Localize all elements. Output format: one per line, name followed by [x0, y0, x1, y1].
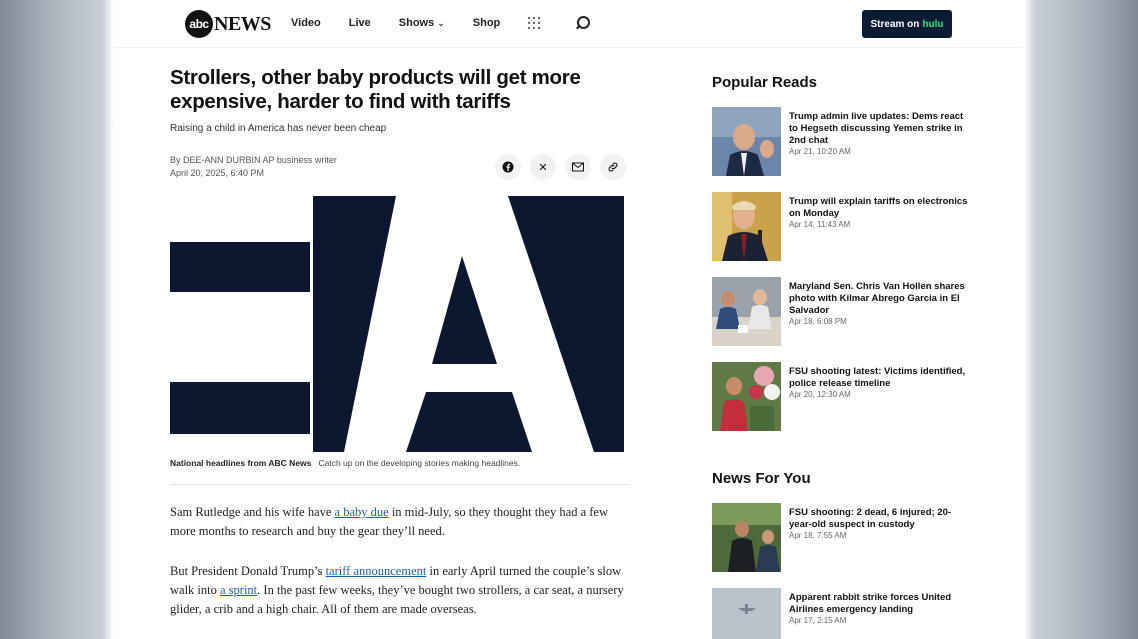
caption-title: National headlines from ABC News — [170, 458, 312, 468]
site-header: abc NEWS Video Live Shows ⌄ Shop Stream o… — [114, 0, 1023, 48]
popular-item[interactable]: FSU shooting latest: Victims identified,… — [712, 362, 972, 432]
mail-icon — [572, 162, 584, 172]
popular-item[interactable]: Maryland Sen. Chris Van Hollen shares ph… — [712, 277, 972, 347]
article-subhead: Raising a child in America has never bee… — [170, 123, 387, 134]
news-item[interactable]: Apparent rabbit strike forces United Air… — [712, 588, 972, 639]
facebook-share-button[interactable] — [495, 154, 521, 180]
popular-reads-title: Popular Reads — [712, 74, 818, 91]
stream-on-hulu-button[interactable]: Stream on hulu — [862, 10, 952, 38]
p2-text-a: But President Donald Trump’s — [170, 564, 326, 578]
x-icon: ✕ — [538, 161, 548, 174]
popular-item-title[interactable]: FSU shooting latest: Victims identified,… — [789, 366, 969, 390]
byline: By DEE-ANN DURBIN AP business writer Apr… — [170, 154, 337, 180]
stream-label: Stream on — [870, 18, 920, 30]
baby-due-link[interactable]: a baby due — [335, 505, 389, 519]
nav-video-label: Video — [291, 17, 321, 29]
news-thumb — [712, 588, 781, 639]
publish-date: April 20, 2025, 6:40 PM — [170, 168, 265, 178]
a-sprint-link[interactable]: a sprint — [220, 583, 257, 597]
hulu-brand: hulu — [922, 18, 944, 30]
nav-live[interactable]: Live — [349, 17, 371, 29]
p1-text-a: Sam Rutledge and his wife have — [170, 505, 335, 519]
news-item-title[interactable]: FSU shooting: 2 dead, 6 injured; 20-year… — [789, 507, 969, 531]
video-caption: National headlines from ABC News Catch u… — [170, 458, 520, 468]
facebook-icon — [502, 161, 514, 173]
hero-video[interactable] — [170, 196, 626, 452]
news-item-title[interactable]: Apparent rabbit strike forces United Air… — [789, 592, 969, 616]
popular-item[interactable]: Trump will explain tariffs on electronic… — [712, 192, 972, 262]
link-icon — [608, 162, 618, 172]
popular-item-date: Apr 14, 11:43 AM — [789, 220, 851, 229]
search-icon[interactable] — [576, 16, 591, 30]
page: abc NEWS Video Live Shows ⌄ Shop Stream o… — [114, 0, 1023, 639]
popular-item[interactable]: Trump admin live updates: Dems react to … — [712, 107, 972, 177]
divider — [170, 484, 628, 485]
popular-item-date: Apr 21, 10:20 AM — [789, 147, 851, 156]
news-item-date: Apr 17, 2:15 AM — [789, 616, 847, 625]
nav-shop[interactable]: Shop — [473, 17, 501, 29]
abc-news-logo[interactable]: abc NEWS — [185, 10, 271, 38]
x-share-button[interactable]: ✕ — [530, 154, 556, 180]
popular-item-date: Apr 20, 12:30 AM — [789, 390, 851, 399]
popular-item-title[interactable]: Maryland Sen. Chris Van Hollen shares ph… — [789, 281, 969, 317]
news-thumb — [712, 503, 781, 572]
tariff-announcement-link[interactable]: tariff announcement — [326, 564, 427, 578]
popular-item-title[interactable]: Trump admin live updates: Dems react to … — [789, 111, 969, 147]
popular-item-date: Apr 18, 6:08 PM — [789, 317, 847, 326]
chevron-down-icon: ⌄ — [437, 17, 445, 28]
nav-shows-label: Shows — [398, 17, 435, 29]
ap-logo-image — [170, 196, 626, 452]
logo-mark: abc — [185, 10, 213, 38]
article-paragraph-1: Sam Rutledge and his wife have a baby du… — [170, 503, 630, 541]
news-for-you-title: News For You — [712, 470, 811, 487]
grid-icon[interactable] — [528, 17, 541, 29]
copy-link-button[interactable] — [600, 154, 626, 180]
nav-live-label: Live — [348, 17, 371, 29]
author[interactable]: By DEE-ANN DURBIN AP business writer — [170, 154, 337, 167]
popular-thumb — [712, 362, 781, 431]
nav-shows[interactable]: Shows ⌄ — [399, 17, 445, 29]
main-nav: Video Live Shows ⌄ Shop — [291, 0, 591, 46]
popular-item-title[interactable]: Trump will explain tariffs on electronic… — [789, 196, 969, 220]
email-share-button[interactable] — [565, 154, 591, 180]
article-paragraph-2: But President Donald Trump’s tariff anno… — [170, 562, 630, 619]
caption-text: Catch up on the developing stories makin… — [318, 458, 521, 468]
article-headline: Strollers, other baby products will get … — [170, 66, 581, 113]
nav-video[interactable]: Video — [291, 17, 321, 29]
popular-thumb — [712, 192, 781, 261]
news-item[interactable]: FSU shooting: 2 dead, 6 injured; 20-year… — [712, 503, 972, 573]
news-item-date: Apr 18, 7:55 AM — [789, 531, 847, 540]
popular-thumb — [712, 277, 781, 346]
popular-thumb — [712, 107, 781, 176]
logo-word: NEWS — [214, 12, 271, 35]
nav-shop-label: Shop — [472, 17, 501, 29]
